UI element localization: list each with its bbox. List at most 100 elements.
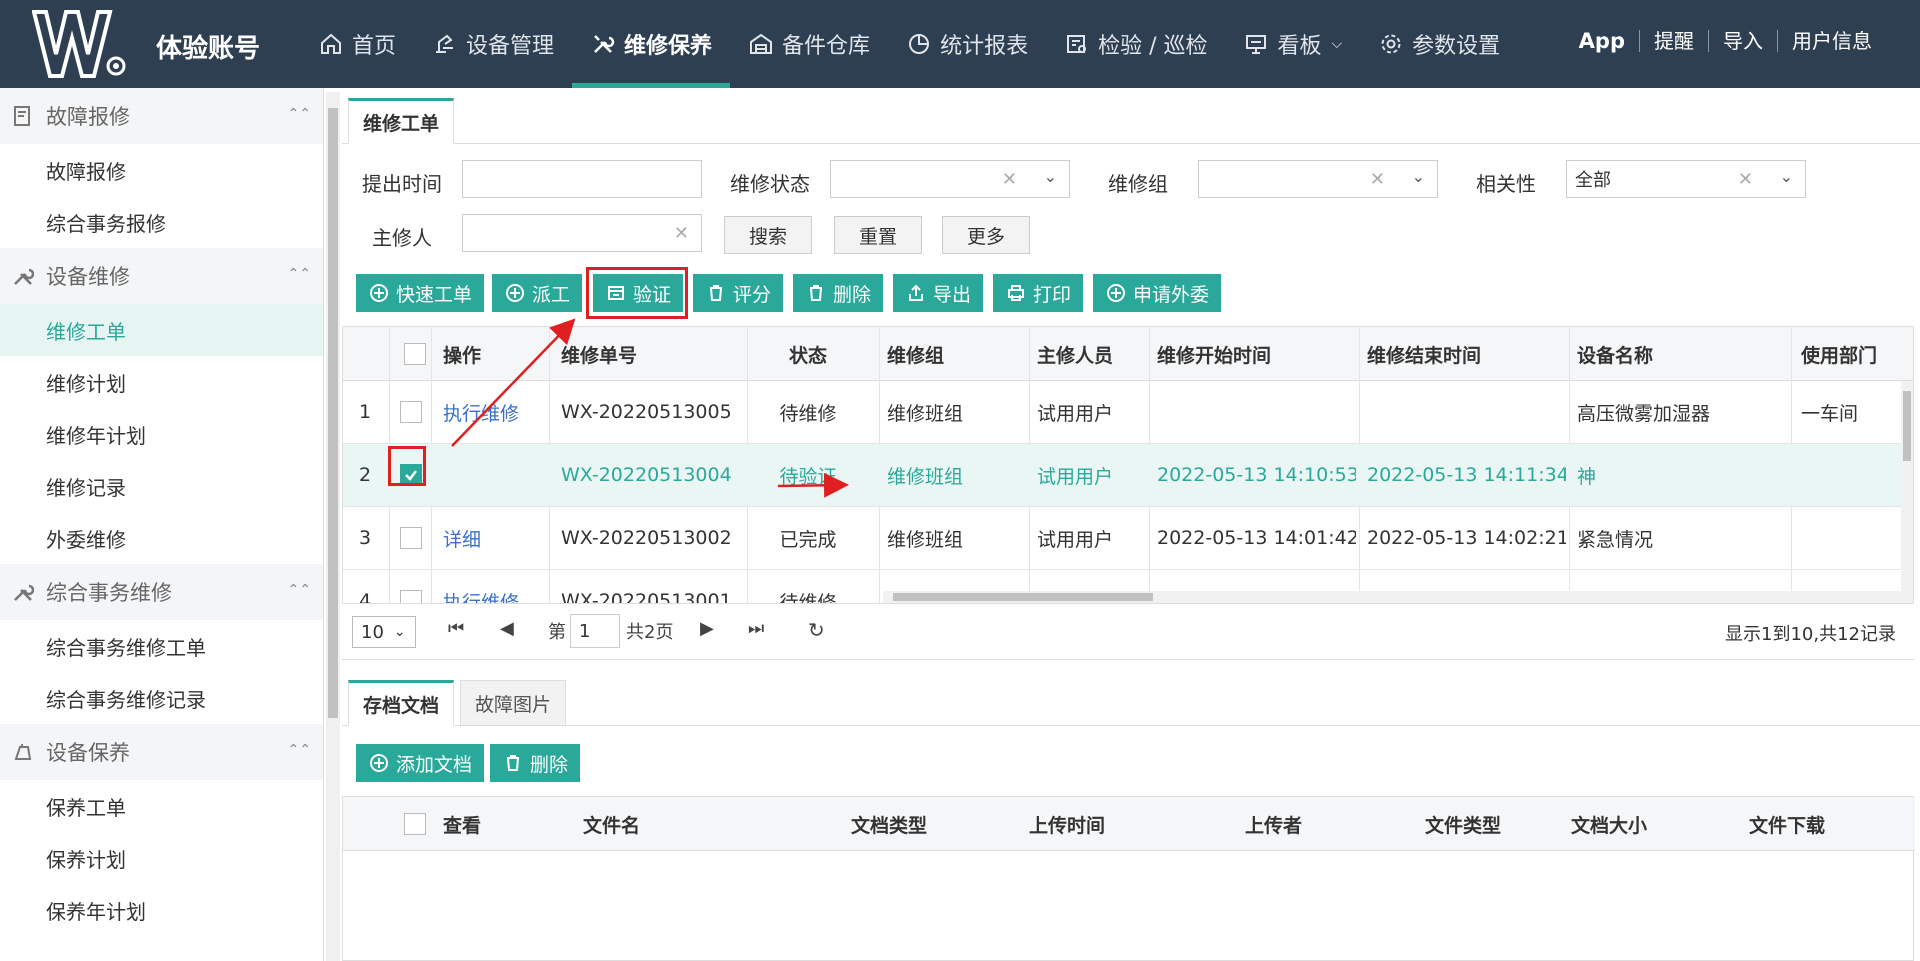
sidebar-group-label: 故障报修	[46, 105, 130, 129]
sidebar: 故障报修 ⌃⌃ 故障报修 综合事务报修 设备维修 ⌃⌃ 维修工单 维修计划 维修…	[0, 88, 324, 961]
prev-page-icon[interactable]: ◀	[500, 618, 514, 639]
tools-icon	[10, 263, 36, 289]
col-file-name: 文件名	[583, 814, 641, 837]
page-size-value: 10	[361, 621, 384, 643]
col-doc-type: 文档类型	[851, 814, 928, 837]
next-page-icon[interactable]: ▶	[700, 618, 714, 639]
nav-warehouse-label: 备件仓库	[782, 34, 871, 59]
pagination: 10 ⌄ ⏮ ◀ 第 1 共2页 ▶ ⏭ ↻ 显示1到10,共12记录	[342, 604, 1914, 660]
col-uploader: 上传者	[1245, 814, 1303, 837]
page-number-value: 1	[579, 620, 591, 642]
user-info-link[interactable]: 用户信息	[1777, 30, 1886, 52]
pie-chart-icon	[906, 31, 932, 57]
collapse-icon[interactable]: ⌃⌃	[288, 742, 311, 758]
collapse-icon[interactable]: ⌃⌃	[288, 106, 311, 122]
sidebar-group-equipment-repair[interactable]: 设备维修 ⌃⌃	[0, 248, 323, 304]
tab-archive-docs[interactable]: 存档文档	[348, 680, 455, 726]
home-icon	[318, 31, 344, 57]
page-number-input[interactable]: 1	[570, 614, 620, 648]
sidebar-group-fault-report[interactable]: 故障报修 ⌃⌃	[0, 88, 323, 144]
app-link[interactable]: App	[1565, 30, 1639, 52]
sidebar-item-general-repair-order[interactable]: 综合事务维修工单	[0, 620, 323, 672]
nav-maintenance[interactable]: 维修保养	[572, 0, 731, 88]
chevron-down-icon: ⌵	[1331, 36, 1343, 52]
tools-icon	[10, 579, 36, 605]
oil-can-icon	[10, 739, 36, 765]
import-link[interactable]: 导入	[1708, 30, 1777, 52]
delete-document-button[interactable]: 删除	[490, 744, 581, 782]
nav-board-label: 看板	[1277, 34, 1322, 59]
collapse-icon[interactable]: ⌃⌃	[288, 266, 311, 282]
col-doc-size: 文档大小	[1571, 814, 1648, 837]
sidebar-item-repair-plan[interactable]: 维修计划	[0, 356, 323, 408]
refresh-icon[interactable]: ↻	[808, 618, 825, 642]
nav-home-label: 首页	[352, 34, 397, 59]
first-page-icon[interactable]: ⏮	[448, 618, 464, 639]
sidebar-group-label: 设备保养	[46, 741, 130, 765]
sidebar-item-maintenance-annual-plan[interactable]: 保养年计划	[0, 884, 323, 936]
sidebar-item-maintenance-order[interactable]: 保养工单	[0, 780, 323, 832]
nav-settings[interactable]: 参数设置	[1360, 0, 1518, 88]
sidebar-group-general-repair[interactable]: 综合事务维修 ⌃⌃	[0, 564, 323, 620]
col-file-download: 文件下载	[1749, 814, 1826, 837]
sidebar-item-maintenance-plan[interactable]: 保养计划	[0, 832, 323, 884]
nav-warehouse[interactable]: 备件仓库	[730, 0, 888, 88]
trash-icon	[502, 752, 524, 774]
sidebar-item-repair-annual-plan[interactable]: 维修年计划	[0, 408, 323, 460]
sidebar-scrollbar[interactable]	[326, 92, 340, 961]
page-info: 显示1到10,共12记录	[1725, 624, 1896, 645]
sidebar-group-label: 综合事务维修	[46, 581, 172, 605]
tab-fault-images[interactable]: 故障图片	[460, 680, 567, 726]
sidebar-item-general-report[interactable]: 综合事务报修	[0, 196, 323, 248]
top-header: 体验账号 首页 设备管理 维修保养 备件仓库 统计报表 检验 / 巡检 看板 ⌵…	[0, 0, 1920, 88]
chevron-down-icon: ⌄	[393, 624, 406, 640]
main-nav: 首页 设备管理 维修保养 备件仓库 统计报表 检验 / 巡检 看板 ⌵ 参数设置	[300, 0, 1518, 88]
header-checkbox-cell	[395, 797, 435, 851]
sidebar-item-general-repair-record[interactable]: 综合事务维修记录	[0, 672, 323, 724]
page-size-select[interactable]: 10 ⌄	[352, 616, 416, 648]
collapse-icon[interactable]: ⌃⌃	[288, 582, 311, 598]
warehouse-icon	[748, 31, 774, 57]
nav-settings-label: 参数设置	[1412, 34, 1501, 59]
sidebar-item-outsourced-repair[interactable]: 外委维修	[0, 512, 323, 564]
sidebar-item-repair-order[interactable]: 维修工单	[0, 304, 323, 356]
col-view: 查看	[443, 814, 482, 837]
sidebar-group-equipment-maintenance[interactable]: 设备保养 ⌃⌃	[0, 724, 323, 780]
nav-home[interactable]: 首页	[300, 0, 414, 88]
sidebar-item-fault-report[interactable]: 故障报修	[0, 144, 323, 196]
sidebar-group-label: 设备维修	[46, 265, 130, 289]
col-upload-time: 上传时间	[1029, 814, 1106, 837]
lower-tab-bar: 存档文档 故障图片	[342, 680, 1920, 726]
top-right-links: App 提醒 导入 用户信息	[1565, 30, 1886, 52]
select-all-checkbox[interactable]	[404, 813, 426, 835]
document-table: 查看 文件名 文档类型 上传时间 上传者 文件类型 文档大小 文件下载	[342, 796, 1915, 961]
page-prefix-label: 第	[548, 622, 566, 643]
add-document-button[interactable]: 添加文档	[356, 744, 485, 782]
tools-icon	[590, 31, 616, 57]
total-pages-label: 共2页	[626, 622, 674, 643]
add-document-label: 添加文档	[396, 753, 473, 776]
nav-equipment[interactable]: 设备管理	[414, 0, 572, 88]
nav-board[interactable]: 看板 ⌵	[1225, 0, 1360, 88]
last-page-icon[interactable]: ⏭	[748, 618, 764, 639]
inspection-icon	[1064, 31, 1090, 57]
main-content: 维修工单 提出时间 维修状态 ✕ ⌄ 维修组 ✕ ⌄ 相关性 全部 ✕ ⌄ 主修…	[342, 88, 1920, 961]
delete-document-label: 删除	[530, 753, 569, 776]
gear-icon	[1378, 31, 1404, 57]
logo	[31, 8, 128, 80]
reminder-link[interactable]: 提醒	[1639, 30, 1708, 52]
equipment-icon	[432, 31, 458, 57]
scrollbar-thumb[interactable]	[328, 108, 338, 718]
nav-reports[interactable]: 统计报表	[888, 0, 1046, 88]
board-icon	[1243, 31, 1269, 57]
account-name: 体验账号	[156, 34, 261, 64]
report-icon	[10, 103, 36, 129]
nav-reports-label: 统计报表	[940, 34, 1029, 59]
nav-equipment-label: 设备管理	[466, 34, 555, 59]
nav-maintenance-label: 维修保养	[624, 34, 713, 59]
document-table-header: 查看 文件名 文档类型 上传时间 上传者 文件类型 文档大小 文件下载	[343, 797, 1915, 851]
nav-inspection-label: 检验 / 巡检	[1098, 34, 1208, 59]
sidebar-item-repair-record[interactable]: 维修记录	[0, 460, 323, 512]
nav-inspection[interactable]: 检验 / 巡检	[1046, 0, 1225, 88]
col-file-type: 文件类型	[1425, 814, 1502, 837]
